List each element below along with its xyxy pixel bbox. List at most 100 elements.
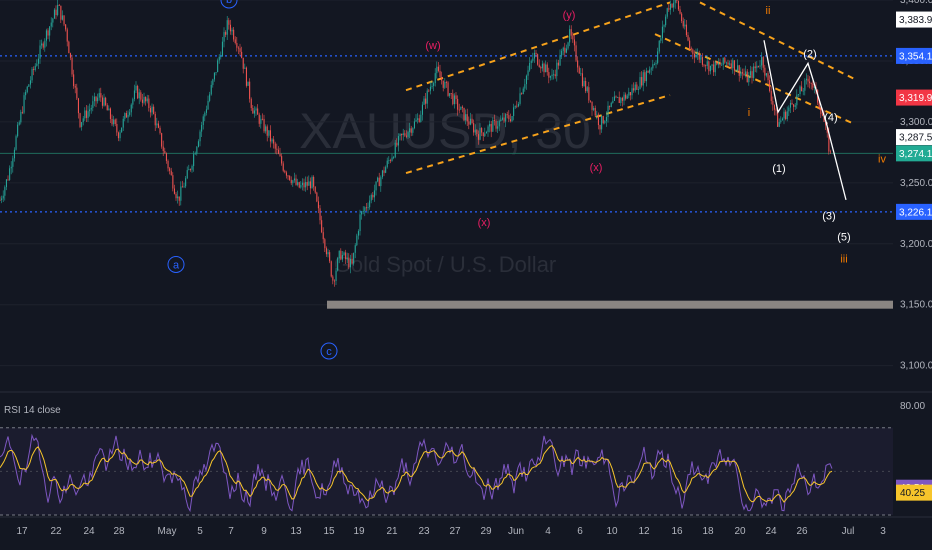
candle-body bbox=[693, 53, 695, 58]
candle-body bbox=[802, 90, 804, 92]
candle-body bbox=[737, 65, 739, 71]
candle-body bbox=[322, 232, 324, 240]
candle-body bbox=[135, 85, 137, 91]
wave-label[interactable]: c bbox=[326, 346, 332, 358]
candle-body bbox=[74, 86, 76, 88]
candle-body bbox=[37, 58, 39, 64]
candle-body bbox=[410, 128, 412, 133]
candle-body bbox=[799, 86, 801, 95]
wave-label[interactable]: (y) bbox=[563, 10, 576, 22]
wave-label[interactable]: (1) bbox=[772, 163, 785, 175]
candle-body bbox=[332, 276, 334, 281]
candle-body bbox=[103, 97, 105, 106]
candle-body bbox=[49, 26, 51, 36]
wave-label[interactable]: a bbox=[173, 259, 180, 271]
candle-body bbox=[780, 120, 782, 123]
candle-body bbox=[10, 166, 12, 169]
candle-body bbox=[105, 97, 107, 106]
candle-body bbox=[457, 98, 459, 110]
candle-body bbox=[669, 3, 671, 10]
candle-body bbox=[53, 9, 55, 19]
candle-body bbox=[181, 186, 183, 188]
candle-body bbox=[775, 109, 777, 111]
candle-body bbox=[463, 107, 465, 121]
chart-canvas[interactable]: XAUUSD, 30 Gold Spot / U.S. Dollar 3,400… bbox=[0, 0, 932, 550]
rsi-title[interactable]: RSI 14 close bbox=[4, 405, 61, 416]
candle-body bbox=[354, 245, 356, 253]
candle-body bbox=[786, 111, 788, 120]
candle-body bbox=[113, 119, 115, 125]
candle-body bbox=[402, 133, 404, 136]
candle-body bbox=[724, 57, 726, 63]
wave-label[interactable]: (w) bbox=[425, 40, 440, 52]
candle-body bbox=[612, 100, 614, 103]
wave-label[interactable]: i bbox=[748, 107, 750, 119]
candle-body bbox=[66, 29, 68, 42]
candle-body bbox=[705, 65, 707, 67]
time-tick-label: 22 bbox=[50, 526, 62, 537]
candle-body bbox=[237, 47, 239, 49]
candle-body bbox=[501, 117, 503, 120]
candle-body bbox=[519, 93, 521, 104]
candle-body bbox=[161, 133, 163, 147]
candle-body bbox=[543, 63, 545, 73]
candle-body bbox=[585, 80, 587, 92]
candle-body bbox=[249, 81, 251, 99]
candle-body bbox=[292, 180, 294, 184]
candle-body bbox=[106, 105, 108, 111]
candle-body bbox=[703, 64, 705, 66]
wave-label[interactable]: iv bbox=[878, 153, 886, 165]
candle-body bbox=[393, 157, 395, 158]
candle-body bbox=[586, 87, 588, 92]
candle-body bbox=[212, 79, 214, 85]
wave-label[interactable]: iii bbox=[840, 253, 847, 265]
candle-body bbox=[218, 56, 220, 61]
candle-body bbox=[309, 181, 311, 189]
price-tag-label: 3,383.958 bbox=[899, 15, 932, 26]
candle-body bbox=[444, 82, 446, 88]
candle-body bbox=[647, 70, 649, 73]
candle-body bbox=[359, 214, 361, 232]
candle-body bbox=[468, 121, 470, 125]
candle-body bbox=[476, 129, 478, 135]
wave-label[interactable]: (4) bbox=[824, 112, 837, 124]
candle-body bbox=[65, 24, 67, 30]
candle-body bbox=[188, 169, 190, 171]
candle-body bbox=[87, 111, 89, 118]
candle-body bbox=[217, 60, 219, 73]
candle-body bbox=[282, 163, 284, 171]
candle-body bbox=[242, 57, 244, 69]
wave-label[interactable]: (5) bbox=[837, 231, 850, 243]
candle-body bbox=[373, 190, 375, 198]
candle-body bbox=[327, 252, 329, 255]
wave-label[interactable]: (x) bbox=[478, 217, 491, 229]
candle-body bbox=[316, 192, 318, 202]
candle-body bbox=[149, 108, 151, 113]
candle-body bbox=[420, 114, 422, 122]
candle-body bbox=[513, 107, 515, 116]
wave-label[interactable]: (3) bbox=[822, 211, 835, 223]
candle-body bbox=[769, 80, 771, 92]
candle-body bbox=[634, 84, 636, 91]
time-tick-label: May bbox=[158, 526, 177, 537]
wave-label[interactable]: (2) bbox=[803, 49, 816, 61]
candle-body bbox=[21, 111, 23, 113]
candle-body bbox=[12, 158, 14, 167]
wave-label[interactable]: ii bbox=[766, 5, 771, 17]
candle-body bbox=[276, 148, 278, 150]
candle-body bbox=[229, 24, 231, 32]
candle-body bbox=[33, 69, 35, 70]
wave-label[interactable]: (x) bbox=[590, 162, 603, 174]
candle-body bbox=[745, 71, 747, 76]
rsi-value-label: 40.25 bbox=[900, 488, 925, 499]
candle-body bbox=[649, 69, 651, 73]
candle-body bbox=[621, 97, 623, 101]
time-tick-label: 5 bbox=[197, 526, 203, 537]
candle-body bbox=[477, 134, 479, 140]
candle-body bbox=[829, 151, 831, 153]
wave-label[interactable]: b bbox=[226, 0, 232, 6]
support-band[interactable] bbox=[327, 300, 893, 309]
candle-body bbox=[207, 100, 209, 110]
candle-body bbox=[31, 69, 33, 81]
candle-body bbox=[708, 61, 710, 72]
